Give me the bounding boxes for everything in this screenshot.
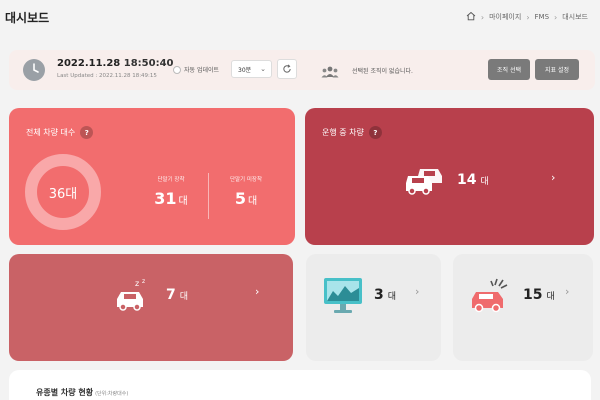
total-vehicles-card: 전체 차량 대수 ? 36대 단말기 장착 31 대 단말기 미장착 5대 [9, 108, 295, 245]
auto-update-label: 자동 업데이트 [184, 67, 220, 74]
sleeping-car-icon: z z [115, 277, 155, 315]
maintenance-count-wrap: 3대 [374, 287, 396, 303]
svg-text:z: z [135, 279, 139, 288]
total-count: 36대 [48, 186, 78, 202]
auto-update-toggle[interactable]: 자동 업데이트 [173, 65, 219, 74]
fuel-type-card: 유종별 차량 현황 (단위:차량대수) [9, 370, 591, 400]
running-vehicles-card[interactable]: 운행 중 차량 ? 14 대 › [305, 108, 594, 245]
chevron-right-icon[interactable]: › [255, 285, 259, 298]
running-vehicles-title: 운행 중 차량 [322, 128, 364, 137]
chevron-right-icon: › [554, 12, 558, 22]
chevron-right-icon: › [526, 12, 530, 22]
clock-icon [23, 59, 45, 81]
unit: 대 [247, 196, 258, 207]
breadcrumb-item-fms[interactable]: FMS [535, 13, 550, 21]
idle-count: 7 [166, 287, 176, 303]
accident-count-wrap: 15 대 [523, 287, 555, 303]
unit: 대 [546, 292, 555, 302]
interval-value: 30분 [238, 66, 252, 74]
top-bar: 대시보드 › 마이페이지 › FMS › 대시보드 [0, 0, 600, 40]
goal-setting-button[interactable]: 지표 설정 [535, 59, 579, 80]
org-status-text: 선택된 조직이 없습니다. [352, 68, 413, 75]
accident-count: 15 [523, 287, 543, 303]
current-datetime: 2022.11.28 18:50:40 [57, 58, 174, 69]
broken-car-icon [471, 277, 511, 317]
chevron-right-icon[interactable]: › [551, 171, 555, 184]
chevron-right-icon[interactable]: › [565, 285, 569, 298]
breadcrumb-item-dashboard: 대시보드 [562, 13, 588, 21]
idle-count-wrap: 7대 [166, 287, 188, 303]
total-vehicles-title: 전체 차량 대수 [26, 128, 76, 137]
people-icon [320, 63, 340, 82]
page-title: 대시보드 [5, 11, 50, 25]
maintenance-count: 3 [374, 287, 384, 303]
attached-label: 단말기 장착 [157, 177, 185, 183]
card-title: 운행 중 차량 ? [322, 126, 382, 139]
attached-stat: 단말기 장착 31 대 [142, 175, 200, 208]
cars-icon [406, 163, 446, 199]
svg-text:z: z [142, 278, 145, 285]
divider [208, 173, 209, 219]
running-count: 14 [457, 172, 477, 188]
fuel-type-title: 유종별 차량 현황 (단위:차량대수) [36, 387, 128, 398]
not-attached-count: 5 [234, 189, 246, 208]
unit: 대 [387, 292, 397, 302]
idle-vehicles-card[interactable]: z z 7대 › [9, 254, 293, 361]
interval-select[interactable]: 30분 ⌄ [231, 60, 272, 78]
org-select-button[interactable]: 조직 선택 [488, 59, 530, 80]
home-icon[interactable] [466, 11, 476, 23]
auto-update-checkbox[interactable] [173, 65, 181, 74]
fuel-type-subtitle: (단위:차량대수) [95, 391, 129, 397]
running-count-wrap: 14 대 [457, 172, 489, 188]
attached-count: 31 [154, 189, 177, 208]
accident-card[interactable]: 15 대 › [453, 254, 593, 361]
chevron-right-icon: › [480, 12, 485, 22]
status-bar: 2022.11.28 18:50:40 Last Updated : 2022.… [9, 50, 595, 90]
last-updated: Last Updated : 2022.11.28 18:49:15 [57, 73, 157, 79]
unit: 대 [480, 177, 489, 187]
current-time: 18:50:40 [123, 58, 174, 69]
maintenance-card[interactable]: 3대 › [306, 254, 441, 361]
breadcrumb-item-mypage[interactable]: 마이페이지 [489, 12, 521, 22]
monitor-icon [323, 277, 363, 319]
breadcrumb: › 마이페이지 › FMS › 대시보드 [466, 11, 588, 23]
help-icon[interactable]: ? [368, 126, 382, 139]
card-title: 전체 차량 대수 ? [26, 126, 94, 139]
chevron-right-icon[interactable]: › [415, 285, 419, 298]
chevron-down-icon: ⌄ [260, 65, 266, 73]
current-date: 2022.11.28 [57, 58, 121, 69]
refresh-button[interactable] [277, 59, 297, 79]
not-attached-stat: 단말기 미장착 5대 [214, 175, 278, 208]
fuel-type-title-text: 유종별 차량 현황 [36, 388, 94, 397]
help-icon[interactable]: ? [80, 126, 94, 139]
unit: 대 [179, 292, 189, 302]
not-attached-label: 단말기 미장착 [229, 177, 263, 183]
refresh-icon [283, 64, 291, 73]
unit: 대 [178, 196, 188, 207]
